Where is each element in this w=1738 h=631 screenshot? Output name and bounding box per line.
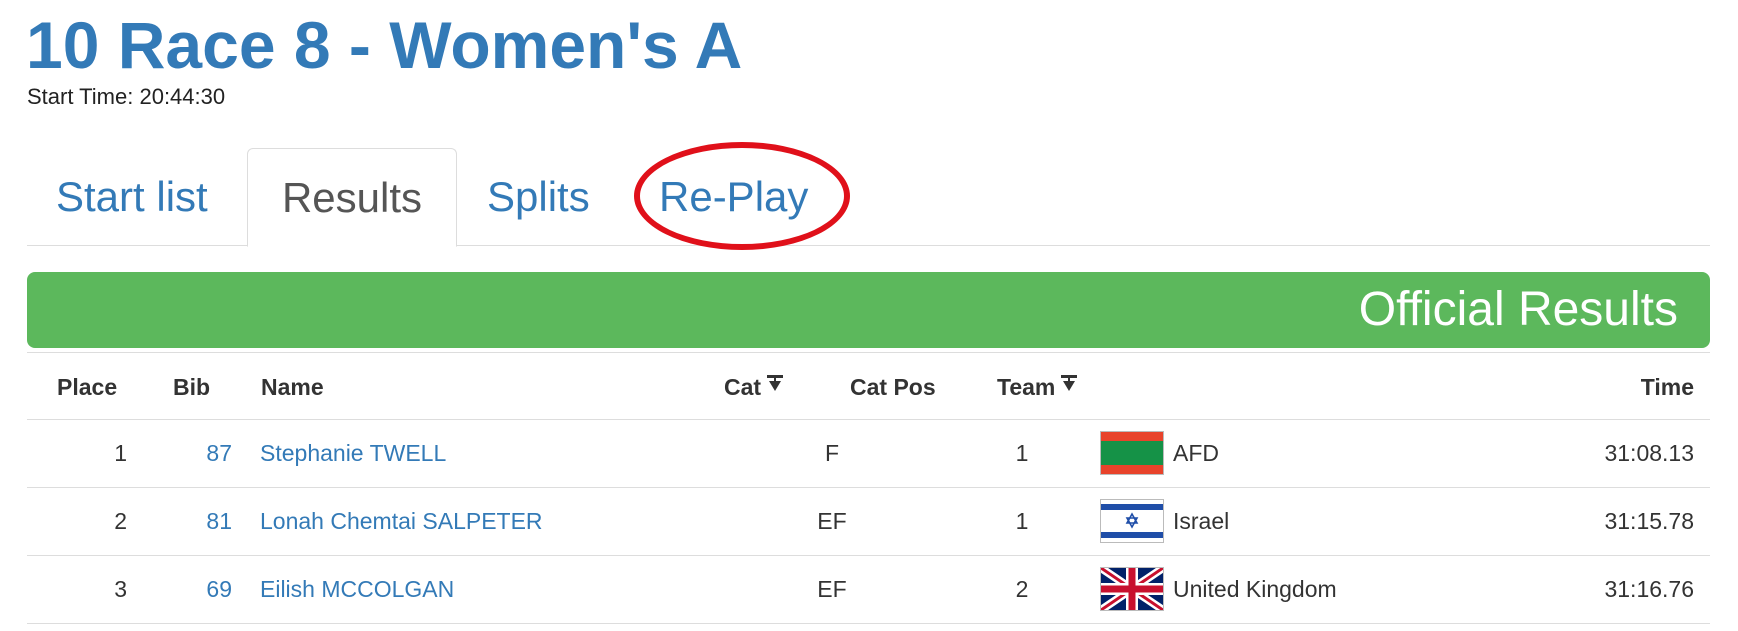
athlete-name-link[interactable]: Stephanie TWELL — [260, 420, 446, 486]
team-cell: AFD — [1173, 440, 1219, 466]
cat-cell: EF — [817, 576, 847, 602]
official-results-banner: Official Results — [27, 272, 1710, 348]
place-cell: 1 — [114, 440, 127, 466]
team-cell: United Kingdom — [1173, 576, 1337, 602]
tab-bar: Start list Results Splits Re-Play — [27, 148, 1710, 247]
bib-link[interactable]: 87 — [162, 420, 232, 486]
cat-cell: F — [824, 440, 840, 466]
header-cat[interactable]: Cat — [724, 374, 761, 400]
table-row: 2 81 Lonah Chemtai SALPETER EF 1 Israel … — [27, 488, 1710, 556]
tab-results[interactable]: Results — [247, 148, 457, 247]
filter-icon[interactable] — [767, 374, 784, 395]
israel-flag-icon — [1100, 499, 1164, 543]
cat-pos-cell: 1 — [1015, 440, 1029, 466]
afd-flag-icon — [1100, 431, 1164, 475]
bib-link[interactable]: 81 — [162, 488, 232, 554]
time-cell: 31:08.13 — [1604, 440, 1694, 466]
header-team[interactable]: Team — [997, 374, 1055, 400]
time-cell: 31:16.76 — [1604, 576, 1694, 602]
uk-flag-icon — [1100, 567, 1164, 611]
header-place: Place — [57, 374, 118, 400]
header-time: Time — [1640, 374, 1694, 400]
table-row: 1 87 Stephanie TWELL F 1 AFD 31:08.13 — [27, 420, 1710, 488]
cat-cell: EF — [817, 508, 847, 534]
filter-icon[interactable] — [1061, 374, 1078, 395]
start-time: Start Time: 20:44:30 — [27, 84, 226, 109]
header-cat-wrap: Cat — [724, 353, 784, 421]
place-cell: 3 — [114, 576, 127, 602]
table-header: Place Bib Name Cat Cat Pos Team Time — [27, 352, 1710, 420]
tab-replay[interactable]: Re-Play — [659, 148, 808, 246]
banner-title: Official Results — [1358, 283, 1678, 336]
header-team-wrap: Team — [997, 353, 1078, 421]
team-cell: Israel — [1173, 508, 1230, 534]
time-cell: 31:15.78 — [1604, 508, 1694, 534]
bib-link[interactable]: 69 — [162, 556, 232, 622]
table-row: 3 69 Eilish MCCOLGAN EF 2 United Kingdom… — [27, 556, 1710, 624]
header-cat-pos: Cat Pos — [850, 374, 936, 400]
race-title: 10 Race 8 - Women's A — [26, 8, 743, 82]
tab-splits[interactable]: Splits — [487, 148, 590, 246]
tab-start-list[interactable]: Start list — [56, 148, 208, 246]
place-cell: 2 — [114, 508, 127, 534]
athlete-name-link[interactable]: Eilish MCCOLGAN — [260, 556, 454, 622]
header-name[interactable]: Name — [261, 353, 324, 421]
athlete-name-link[interactable]: Lonah Chemtai SALPETER — [260, 488, 543, 554]
cat-pos-cell: 1 — [1015, 508, 1029, 534]
header-bib: Bib — [173, 374, 211, 400]
cat-pos-cell: 2 — [1015, 576, 1029, 602]
